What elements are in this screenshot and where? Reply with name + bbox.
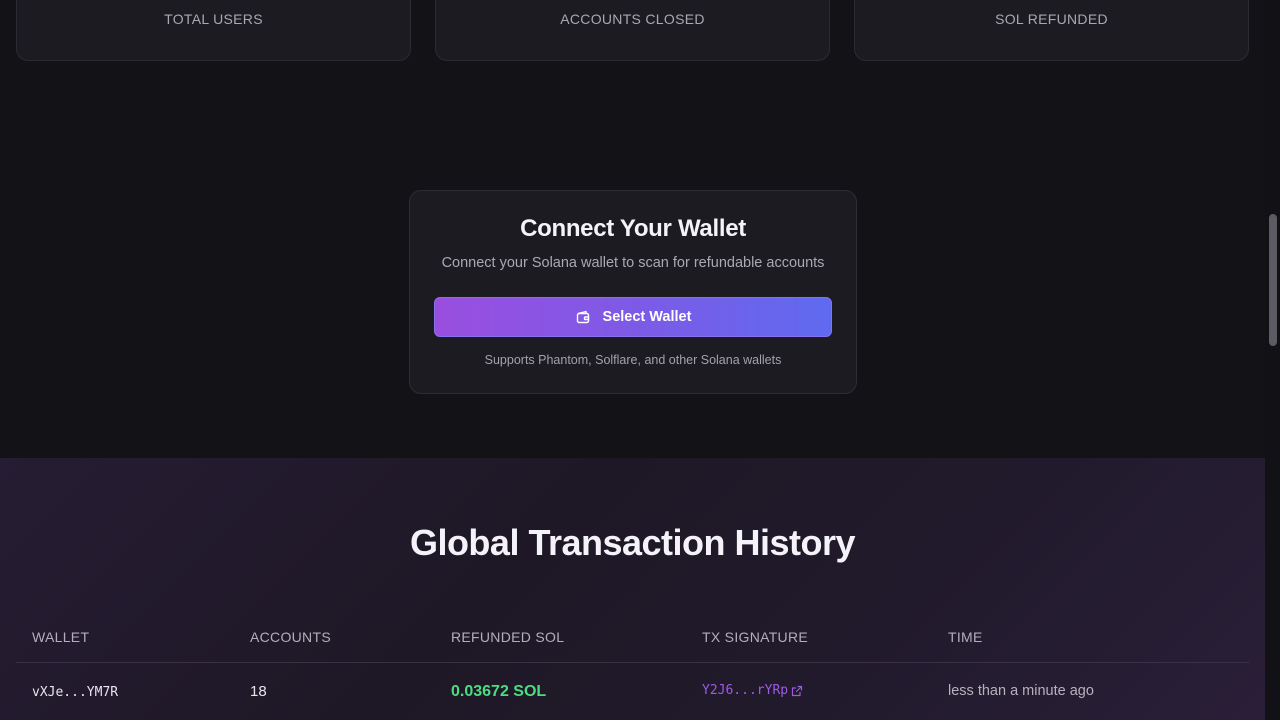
- transaction-table: WALLET ACCOUNTS REFUNDED SOL TX SIGNATUR…: [16, 624, 1249, 719]
- stat-card-total-users: TOTAL USERS: [16, 0, 411, 61]
- wallet-icon: [575, 309, 591, 325]
- history-title: Global Transaction History: [409, 522, 856, 563]
- tx-signature-text: Y2J6...rYRp: [702, 683, 789, 698]
- select-wallet-button[interactable]: Select Wallet: [434, 297, 832, 337]
- select-wallet-label: Select Wallet: [602, 309, 692, 325]
- column-header-refunded-sol: REFUNDED SOL: [451, 629, 565, 645]
- stat-card-accounts-closed: ACCOUNTS CLOSED: [435, 0, 830, 61]
- refunded-sol-cell: 0.03672 SOL: [451, 683, 547, 700]
- connect-subtitle: Connect your Solana wallet to scan for r…: [441, 255, 825, 271]
- table-header-row: WALLET ACCOUNTS REFUNDED SOL TX SIGNATUR…: [16, 624, 1249, 663]
- column-header-tx-signature: TX SIGNATURE: [702, 629, 809, 645]
- external-link-icon: [791, 685, 803, 697]
- scrollbar-thumb[interactable]: [1269, 214, 1277, 346]
- transaction-history-section: Global Transaction History WALLET ACCOUN…: [0, 458, 1265, 720]
- stat-label: ACCOUNTS CLOSED: [560, 11, 705, 27]
- time-cell: less than a minute ago: [948, 683, 1094, 699]
- table-row: vXJe...YM7R 18 0.03672 SOL Y2J6...rYRp l…: [16, 663, 1249, 719]
- stat-label: SOL REFUNDED: [995, 11, 1108, 27]
- column-header-wallet: WALLET: [32, 629, 90, 645]
- stat-card-sol-refunded: SOL REFUNDED: [854, 0, 1249, 61]
- vertical-scrollbar[interactable]: [1265, 0, 1280, 720]
- stat-label: TOTAL USERS: [164, 11, 263, 27]
- tx-signature-link[interactable]: Y2J6...rYRp: [702, 683, 803, 698]
- wallet-cell: vXJe...YM7R: [32, 685, 119, 700]
- accounts-cell: 18: [250, 683, 267, 700]
- stats-row: TOTAL USERS ACCOUNTS CLOSED SOL REFUNDED: [0, 0, 1265, 62]
- supported-wallets-note: Supports Phantom, Solflare, and other So…: [484, 353, 782, 367]
- connect-title: Connect Your Wallet: [520, 215, 746, 242]
- column-header-time: TIME: [948, 629, 983, 645]
- connect-wallet-card: Connect Your Wallet Connect your Solana …: [409, 190, 857, 394]
- column-header-accounts: ACCOUNTS: [250, 629, 331, 645]
